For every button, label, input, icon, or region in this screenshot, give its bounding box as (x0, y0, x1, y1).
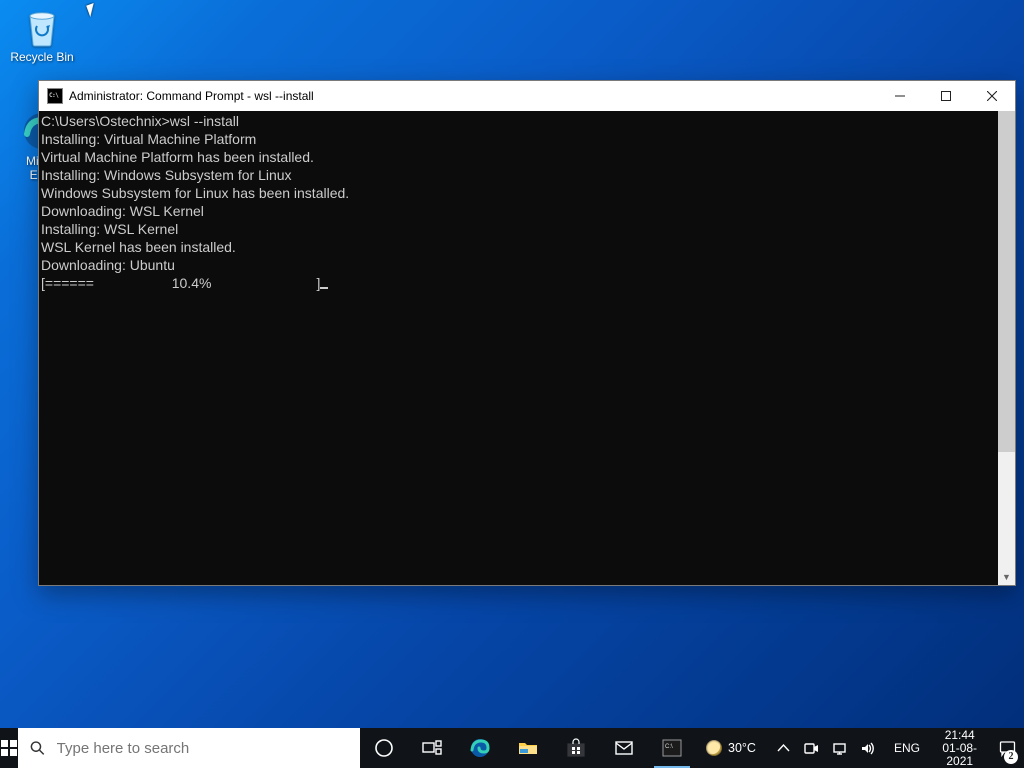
minimize-button[interactable] (877, 81, 923, 111)
volume-icon (860, 741, 875, 756)
desktop: Recycle Bin Micr...Ed... Administrator: … (0, 0, 1024, 728)
task-view-icon (421, 737, 443, 759)
notification-count: 2 (1004, 750, 1018, 764)
desktop-icon-recycle-bin[interactable]: Recycle Bin (4, 6, 80, 64)
prompt-command: wsl --install (170, 113, 239, 129)
tray-network[interactable] (828, 728, 852, 768)
terminal-line: Downloading: Ubuntu (41, 257, 175, 273)
titlebar[interactable]: Administrator: Command Prompt - wsl --in… (39, 81, 1015, 111)
start-button[interactable] (0, 728, 18, 768)
system-tray: 30°C ENG 21:44 01-08-2021 2 (696, 728, 1024, 768)
pinned-apps: C:\ (360, 728, 696, 768)
taskbar-clock[interactable]: 21:44 01-08-2021 (928, 728, 991, 768)
weather-widget[interactable]: 30°C (696, 740, 766, 756)
cmd-app-icon (47, 88, 63, 104)
taskbar-app-store[interactable] (552, 728, 600, 768)
taskbar-app-cmd[interactable]: C:\ (648, 728, 696, 768)
scrollbar-thumb[interactable] (998, 111, 1015, 452)
cortana-icon (373, 737, 395, 759)
chevron-up-icon (776, 741, 791, 756)
terminal-line: Installing: WSL Kernel (41, 221, 178, 237)
search-input[interactable] (57, 740, 348, 757)
weather-moon-icon (706, 740, 722, 756)
command-prompt-window: Administrator: Command Prompt - wsl --in… (38, 80, 1016, 586)
edge-icon (469, 737, 491, 759)
cmd-icon: C:\ (661, 737, 683, 759)
svg-text:C:\: C:\ (665, 744, 673, 750)
tray-meet-now[interactable] (800, 728, 824, 768)
terminal-line: Windows Subsystem for Linux has been ins… (41, 185, 349, 201)
cursor-icon (86, 3, 98, 17)
prompt-path: C:\Users\Ostechnix> (41, 113, 170, 129)
desktop-icon-label: Recycle Bin (4, 50, 80, 64)
recycle-bin-icon (21, 6, 63, 48)
scroll-down-icon[interactable]: ▼ (998, 568, 1015, 585)
close-button[interactable] (969, 81, 1015, 111)
window-title: Administrator: Command Prompt - wsl --in… (69, 89, 314, 103)
clock-date: 01-08-2021 (938, 742, 981, 768)
progress-line: [====== 10.4% ] (41, 275, 320, 291)
terminal-output[interactable]: C:\Users\Ostechnix>wsl --install Install… (39, 111, 998, 585)
taskbar-app-edge[interactable] (456, 728, 504, 768)
taskbar-search[interactable] (18, 728, 360, 768)
language-indicator[interactable]: ENG (886, 728, 928, 768)
taskbar-app-mail[interactable] (600, 728, 648, 768)
clock-time: 21:44 (938, 729, 981, 742)
terminal-line: WSL Kernel has been installed. (41, 239, 236, 255)
terminal-line: Installing: Virtual Machine Platform (41, 131, 256, 147)
terminal-area: C:\Users\Ostechnix>wsl --install Install… (39, 111, 1015, 585)
store-icon (565, 737, 587, 759)
text-cursor (320, 287, 328, 289)
file-explorer-icon (517, 737, 539, 759)
terminal-line: Installing: Windows Subsystem for Linux (41, 167, 292, 183)
vertical-scrollbar[interactable]: ▲ ▼ (998, 111, 1015, 585)
terminal-line: Virtual Machine Platform has been instal… (41, 149, 314, 165)
meet-now-icon (804, 741, 819, 756)
weather-temp: 30°C (728, 741, 756, 755)
search-icon (30, 740, 45, 756)
terminal-line: Downloading: WSL Kernel (41, 203, 204, 219)
mail-icon (613, 737, 635, 759)
taskbar-app-task-view[interactable] (408, 728, 456, 768)
maximize-button[interactable] (923, 81, 969, 111)
taskbar-app-file-explorer[interactable] (504, 728, 552, 768)
network-icon (832, 741, 847, 756)
action-center-button[interactable]: 2 (991, 728, 1024, 768)
taskbar: C:\ 30°C ENG 21:44 01-08-2021 (0, 728, 1024, 768)
windows-logo-icon (1, 740, 17, 756)
taskbar-app-cortana[interactable] (360, 728, 408, 768)
tray-volume[interactable] (856, 728, 880, 768)
tray-overflow[interactable] (772, 728, 796, 768)
